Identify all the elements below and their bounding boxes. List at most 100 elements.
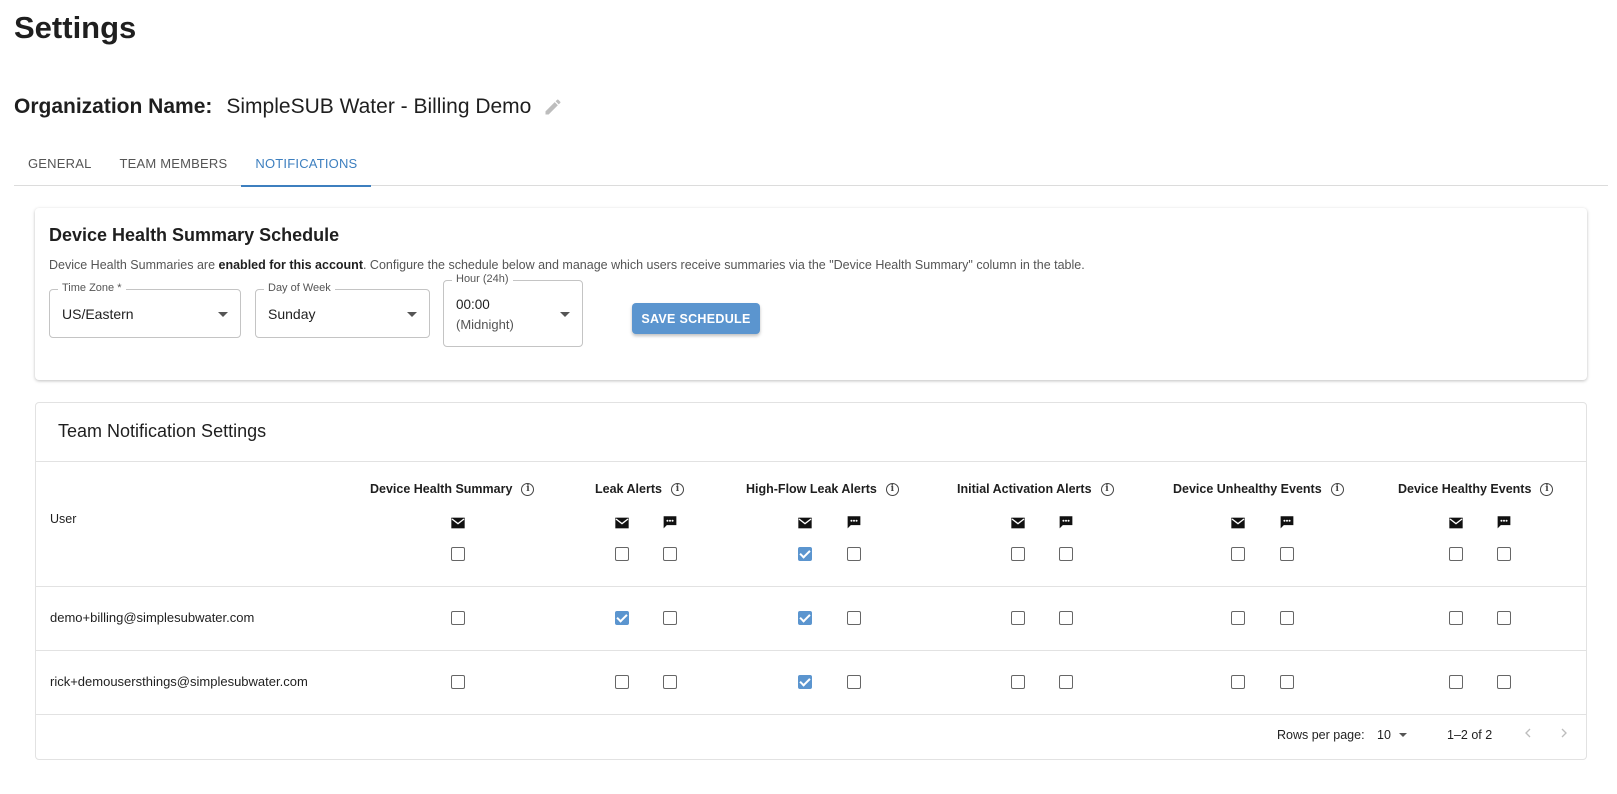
hour-value-line1: 00:00 xyxy=(456,297,490,312)
tab-notifications[interactable]: NOTIFICATIONS xyxy=(241,148,372,187)
health-summary-email-checkbox[interactable] xyxy=(451,611,465,625)
divider xyxy=(36,586,1586,587)
select-all-activation-sms-checkbox[interactable] xyxy=(1059,547,1073,561)
mail-icon xyxy=(1011,517,1025,529)
pencil-icon[interactable] xyxy=(543,97,563,117)
healthy-email-checkbox[interactable] xyxy=(1449,611,1463,625)
schedule-desc-bold: enabled for this account xyxy=(218,258,363,272)
timezone-select[interactable]: Time Zone * US/Eastern xyxy=(49,282,241,338)
day-of-week-value: Sunday xyxy=(268,306,316,322)
select-all-healthy-email-checkbox[interactable] xyxy=(1449,547,1463,561)
hour-label: Hour (24h) xyxy=(452,273,513,285)
activation-sms-checkbox[interactable] xyxy=(1059,611,1073,625)
col-device-health-summary: Device Health Summary i xyxy=(370,482,535,496)
col-high-flow-leak-alerts: High-Flow Leak Alerts i xyxy=(746,482,899,496)
organization-name: SimpleSUB Water - Billing Demo xyxy=(226,95,532,118)
schedule-card: Device Health Summary Schedule Device He… xyxy=(35,208,1587,380)
mail-icon xyxy=(1231,517,1245,529)
select-all-leak-sms-checkbox[interactable] xyxy=(663,547,677,561)
info-icon[interactable]: i xyxy=(1330,482,1344,496)
user-column-header: User xyxy=(50,512,77,526)
highflow-sms-checkbox[interactable] xyxy=(847,611,861,625)
organization-label: Organization Name: xyxy=(14,95,213,118)
chevron-left-icon[interactable] xyxy=(1520,725,1536,741)
column-label: Device Health Summary xyxy=(370,482,513,496)
divider xyxy=(36,714,1586,715)
sms-icon xyxy=(1059,516,1073,529)
activation-sms-checkbox[interactable] xyxy=(1059,675,1073,689)
divider xyxy=(36,650,1586,651)
leak-email-checkbox[interactable] xyxy=(615,675,629,689)
unhealthy-sms-checkbox[interactable] xyxy=(1280,675,1294,689)
select-all-leak-email-checkbox[interactable] xyxy=(615,547,629,561)
info-icon[interactable]: i xyxy=(1540,482,1554,496)
healthy-email-checkbox[interactable] xyxy=(1449,675,1463,689)
column-label: Initial Activation Alerts xyxy=(957,482,1092,496)
team-notification-card: Team Notification Settings xyxy=(35,402,1587,760)
schedule-description: Device Health Summaries are enabled for … xyxy=(49,258,1085,272)
health-summary-email-checkbox[interactable] xyxy=(451,675,465,689)
leak-sms-checkbox[interactable] xyxy=(663,611,677,625)
mail-icon xyxy=(615,517,629,529)
unhealthy-email-checkbox[interactable] xyxy=(1231,675,1245,689)
settings-tabs: GENERAL TEAM MEMBERS NOTIFICATIONS xyxy=(14,148,1608,187)
tab-team-members[interactable]: TEAM MEMBERS xyxy=(106,148,242,186)
tab-general[interactable]: GENERAL xyxy=(14,148,106,186)
divider xyxy=(36,461,1586,462)
chevron-down-icon xyxy=(1398,733,1407,737)
timezone-value: US/Eastern xyxy=(62,306,134,322)
row-user-email: rick+demousersthings@simplesubwater.com xyxy=(50,674,308,689)
activation-email-checkbox[interactable] xyxy=(1011,675,1025,689)
sms-icon xyxy=(847,516,861,529)
column-label: High-Flow Leak Alerts xyxy=(746,482,877,496)
day-of-week-label: Day of Week xyxy=(264,282,335,294)
column-label: Leak Alerts xyxy=(595,482,662,496)
day-of-week-select[interactable]: Day of Week Sunday xyxy=(255,282,430,338)
highflow-email-checkbox[interactable] xyxy=(798,675,812,689)
info-icon[interactable]: i xyxy=(1100,482,1114,496)
info-icon[interactable]: i xyxy=(670,482,684,496)
mail-icon xyxy=(1449,517,1463,529)
save-schedule-button[interactable]: SAVE SCHEDULE xyxy=(632,303,760,334)
rows-per-page-label: Rows per page: xyxy=(1277,728,1365,742)
select-all-health-summary-email-checkbox[interactable] xyxy=(451,547,465,561)
unhealthy-sms-checkbox[interactable] xyxy=(1280,611,1294,625)
highflow-sms-checkbox[interactable] xyxy=(847,675,861,689)
col-leak-alerts: Leak Alerts i xyxy=(595,482,684,496)
info-icon[interactable]: i xyxy=(885,482,899,496)
sms-icon xyxy=(1497,516,1511,529)
rows-per-page-select[interactable]: 10 xyxy=(1377,728,1407,742)
timezone-label: Time Zone * xyxy=(58,282,126,294)
schedule-desc-prefix: Device Health Summaries are xyxy=(49,258,219,272)
column-label: Device Healthy Events xyxy=(1398,482,1532,496)
leak-sms-checkbox[interactable] xyxy=(663,675,677,689)
col-device-healthy-events: Device Healthy Events i xyxy=(1398,482,1554,496)
col-initial-activation-alerts: Initial Activation Alerts i xyxy=(957,482,1114,496)
select-all-healthy-sms-checkbox[interactable] xyxy=(1497,547,1511,561)
select-all-unhealthy-sms-checkbox[interactable] xyxy=(1280,547,1294,561)
highflow-email-checkbox[interactable] xyxy=(798,611,812,625)
hour-select[interactable]: Hour (24h) 00:00 (Midnight) xyxy=(443,273,583,347)
hour-value-line2: (Midnight) xyxy=(456,317,514,332)
select-all-activation-email-checkbox[interactable] xyxy=(1011,547,1025,561)
sms-icon xyxy=(1280,516,1294,529)
rows-per-page-value: 10 xyxy=(1377,728,1391,742)
select-all-unhealthy-email-checkbox[interactable] xyxy=(1231,547,1245,561)
organization-row: Organization Name: SimpleSUB Water - Bil… xyxy=(14,92,563,122)
activation-email-checkbox[interactable] xyxy=(1011,611,1025,625)
mail-icon xyxy=(798,517,812,529)
unhealthy-email-checkbox[interactable] xyxy=(1231,611,1245,625)
healthy-sms-checkbox[interactable] xyxy=(1497,675,1511,689)
select-all-highflow-email-checkbox[interactable] xyxy=(798,547,812,561)
sms-icon xyxy=(663,516,677,529)
info-icon[interactable]: i xyxy=(521,482,535,496)
select-all-highflow-sms-checkbox[interactable] xyxy=(847,547,861,561)
page-range: 1–2 of 2 xyxy=(1447,728,1493,742)
team-notification-title: Team Notification Settings xyxy=(58,421,267,441)
leak-email-checkbox[interactable] xyxy=(615,611,629,625)
chevron-down-icon xyxy=(407,312,417,317)
column-label: Device Unhealthy Events xyxy=(1173,482,1322,496)
chevron-right-icon[interactable] xyxy=(1556,725,1572,741)
healthy-sms-checkbox[interactable] xyxy=(1497,611,1511,625)
mail-icon xyxy=(451,517,465,529)
